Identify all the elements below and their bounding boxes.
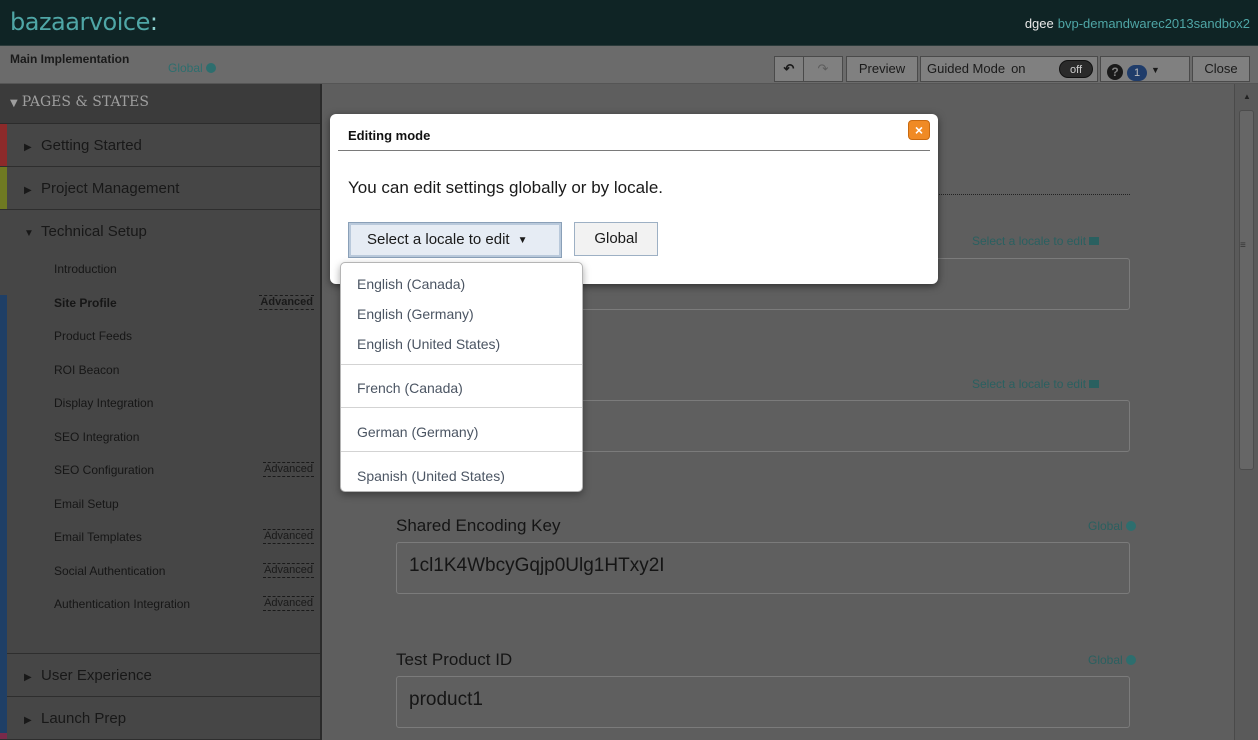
- locale-option-spanish-united-states[interactable]: Spanish (United States): [357, 468, 505, 484]
- locale-option-english-germany[interactable]: English (Germany): [357, 306, 474, 322]
- triangle-down-icon: ▼: [10, 98, 18, 109]
- locale-dropdown: English (Canada) English (Germany) Engli…: [340, 262, 583, 492]
- scroll-thumb[interactable]: [1239, 110, 1254, 470]
- guided-mode-label: Guided Mode: [927, 61, 1006, 76]
- sidebar-group-user-experience[interactable]: ▶ User Experience: [0, 653, 320, 697]
- close-button[interactable]: Close: [1192, 56, 1250, 82]
- preview-button[interactable]: Preview: [846, 56, 918, 82]
- global-scope-link[interactable]: Global: [1088, 653, 1136, 667]
- advanced-badge: Advanced: [259, 294, 314, 310]
- guided-mode-on-label[interactable]: on: [1011, 61, 1025, 76]
- sidebar: ▼ PAGES & STATES ▶ Getting Started ▶ Projec…: [0, 84, 322, 740]
- sidebar-group-project-management[interactable]: ▶ Project Management: [0, 167, 320, 210]
- sidebar-item-seo-configuration[interactable]: SEO Configuration Advanced: [0, 454, 320, 488]
- sidebar-item-seo-integration[interactable]: SEO Integration: [0, 421, 320, 455]
- editing-mode-dialog: Editing mode × You can edit settings glo…: [330, 114, 938, 284]
- group-color-strip: [0, 295, 7, 733]
- global-scope-link[interactable]: Global: [1088, 519, 1136, 533]
- locale-option-english-united-states[interactable]: English (United States): [357, 336, 500, 352]
- guided-mode-control: Guided Mode on off: [920, 56, 1098, 82]
- sidebar-group-getting-started[interactable]: ▶ Getting Started: [0, 124, 320, 167]
- globe-icon: [1125, 655, 1136, 665]
- test-product-id-input[interactable]: product1: [396, 676, 1130, 728]
- sidebar-item-email-setup[interactable]: Email Setup: [0, 488, 320, 522]
- group-color-strip: [0, 167, 7, 209]
- dialog-title: Editing mode: [348, 128, 431, 143]
- triangle-right-icon: ▶: [24, 142, 32, 153]
- flag-icon: [1089, 237, 1100, 245]
- select-locale-button[interactable]: Select a locale to edit ▼: [348, 222, 562, 258]
- select-locale-link[interactable]: Select a locale to edit: [972, 234, 1100, 248]
- notification-badge[interactable]: 1: [1127, 65, 1147, 81]
- user-name[interactable]: dgee: [1025, 16, 1054, 31]
- chevron-down-icon[interactable]: ▼: [1151, 58, 1160, 82]
- dialog-message: You can edit settings globally or by loc…: [348, 178, 664, 197]
- locale-option-german-germany[interactable]: German (Germany): [357, 424, 478, 440]
- vertical-scrollbar[interactable]: ▲ ≡: [1234, 84, 1258, 740]
- sidebar-group-technical-setup[interactable]: ▼ Technical Setup: [0, 210, 320, 253]
- undo-icon: ↶: [783, 61, 795, 76]
- advanced-badge: Advanced: [263, 562, 314, 578]
- sidebar-item-roi-beacon[interactable]: ROI Beacon: [0, 354, 320, 388]
- sidebar-item-display-integration[interactable]: Display Integration: [0, 387, 320, 421]
- advanced-badge: Advanced: [263, 596, 314, 611]
- sidebar-spacer: [0, 622, 320, 654]
- undo-button[interactable]: ↶: [774, 56, 804, 82]
- bazaarvoice-logo[interactable]: bazaarvoice:: [10, 8, 158, 36]
- user-info: dgee bvp-demandwarec2013sandbox2: [1025, 16, 1250, 31]
- scroll-up-icon[interactable]: ▲: [1243, 92, 1251, 101]
- sidebar-item-email-templates[interactable]: Email Templates Advanced: [0, 521, 320, 555]
- sidebar-item-product-feeds[interactable]: Product Feeds: [0, 320, 320, 354]
- dropdown-separator: [341, 451, 582, 452]
- select-locale-link[interactable]: Select a locale to edit: [972, 377, 1100, 391]
- redo-icon: ↷: [817, 61, 829, 76]
- pages-states-header[interactable]: ▼ PAGES & STATES: [0, 84, 320, 124]
- help-icon[interactable]: ?: [1107, 64, 1123, 80]
- implementation-title: Main Implementation: [10, 52, 130, 66]
- sidebar-item-authentication-integration[interactable]: Authentication Integration Advanced: [0, 588, 320, 622]
- global-button[interactable]: Global: [574, 222, 658, 256]
- locale-option-french-canada[interactable]: French (Canada): [357, 380, 463, 396]
- test-product-id-label: Test Product ID: [396, 650, 513, 669]
- advanced-badge: Advanced: [263, 462, 314, 477]
- redo-button[interactable]: ↷: [803, 56, 843, 82]
- globe-icon: [1125, 521, 1136, 531]
- account-name[interactable]: bvp-demandwarec2013sandbox2: [1058, 16, 1250, 31]
- flag-icon: [1089, 380, 1100, 388]
- dropdown-separator: [341, 364, 582, 365]
- triangle-right-icon: ▶: [24, 671, 32, 683]
- dialog-divider: [338, 150, 930, 151]
- triangle-right-icon: ▶: [24, 714, 32, 726]
- global-scope-link[interactable]: Global: [168, 61, 216, 75]
- sidebar-item-site-profile[interactable]: Site Profile Advanced: [0, 287, 320, 321]
- close-icon[interactable]: ×: [908, 120, 930, 140]
- sidebar-item-social-authentication[interactable]: Social Authentication Advanced: [0, 555, 320, 589]
- scroll-grip-icon: ≡: [1240, 240, 1246, 251]
- chevron-down-icon: ▼: [517, 235, 528, 246]
- triangle-right-icon: ▶: [24, 185, 32, 196]
- shared-encoding-key-label: Shared Encoding Key: [396, 516, 561, 535]
- locale-option-english-canada[interactable]: English (Canada): [357, 276, 465, 292]
- advanced-badge: Advanced: [263, 529, 314, 544]
- help-menu[interactable]: ? 1 ▼: [1100, 56, 1190, 82]
- dropdown-separator: [341, 407, 582, 408]
- shared-encoding-key-input[interactable]: 1cl1K4WbcyGqjp0Ulg1HTxy2I: [396, 542, 1130, 594]
- group-color-strip: [0, 124, 7, 166]
- triangle-down-icon: ▼: [24, 228, 34, 239]
- implementation-bar: Main Implementation Global ↶ ↷ Preview G…: [0, 46, 1258, 84]
- sidebar-item-introduction[interactable]: Introduction: [0, 253, 320, 287]
- top-bar: bazaarvoice: dgee bvp-demandwarec2013sand…: [0, 0, 1258, 46]
- guided-mode-toggle[interactable]: off: [1059, 60, 1093, 78]
- sidebar-group-launch-prep[interactable]: ▶ Launch Prep: [0, 696, 320, 740]
- globe-icon: [205, 63, 216, 73]
